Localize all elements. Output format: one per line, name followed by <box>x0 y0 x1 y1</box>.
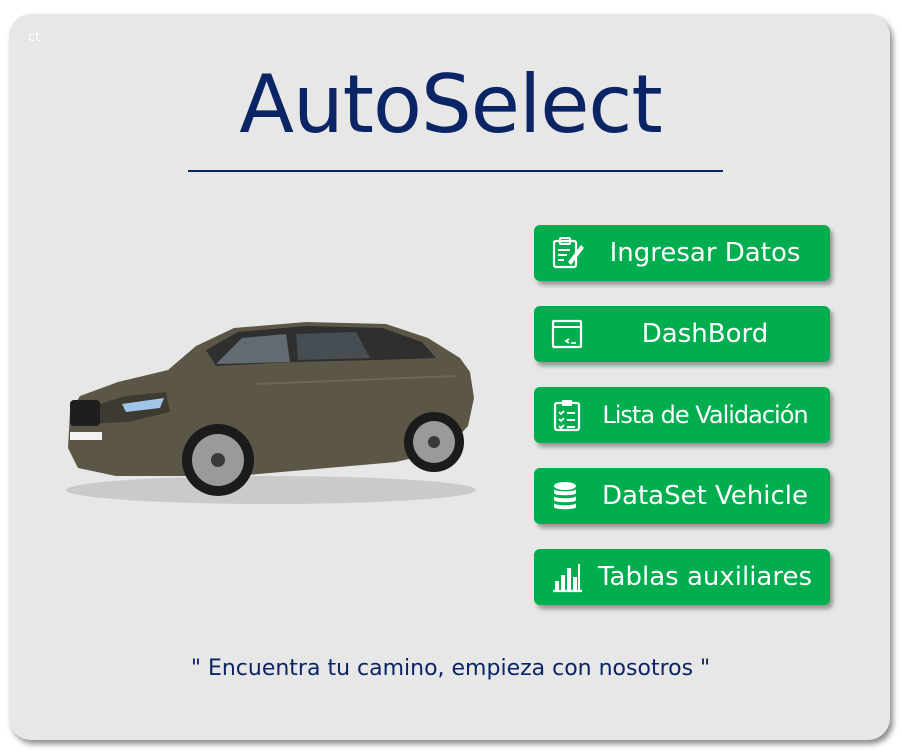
car-image <box>66 322 476 504</box>
form-edit-icon <box>552 237 584 269</box>
bar-chart-icon <box>553 564 582 593</box>
ingresar-datos-label: Ingresar Datos <box>609 238 801 268</box>
dataset-vehicle-label: DataSet Vehicle <box>601 481 809 511</box>
lista-validacion-label: Lista de Validación <box>602 401 808 429</box>
corner-tag: ct <box>28 30 41 45</box>
title-divider <box>188 170 723 172</box>
lista-validacion-button[interactable]: Lista de Validación <box>534 387 830 443</box>
tagline: " Encuentra tu camino, empieza con nosot… <box>190 656 711 681</box>
dashbord-button[interactable]: DashBord <box>534 306 830 362</box>
tablas-auxiliares-button[interactable]: Tablas auxiliares <box>534 549 830 605</box>
dataset-vehicle-button[interactable]: DataSet Vehicle <box>534 468 830 524</box>
ingresar-datos-button[interactable]: Ingresar Datos <box>534 225 830 281</box>
app-title: AutoSelect <box>239 58 663 151</box>
window-icon <box>551 319 583 349</box>
dashbord-label: DashBord <box>641 319 769 349</box>
tablas-auxiliares-label: Tablas auxiliares <box>597 562 813 592</box>
checklist-icon <box>553 400 581 432</box>
database-icon <box>554 482 576 510</box>
